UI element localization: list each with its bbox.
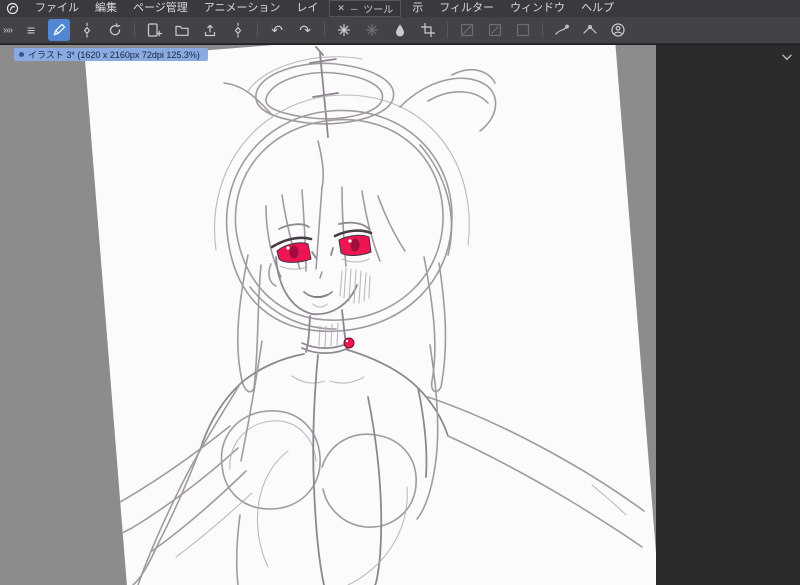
- minimize-icon[interactable]: ─: [351, 4, 357, 14]
- canvas-pasteboard: イラスト 3* (1620 x 2160px 72dpi 125.3%): [0, 45, 656, 585]
- vector-line-2-button[interactable]: [579, 19, 601, 41]
- menu-view-partial[interactable]: 示: [404, 0, 431, 17]
- burst-icon: [366, 23, 379, 37]
- page-updown-icon: [84, 22, 91, 38]
- chevron-down-icon[interactable]: [779, 49, 795, 65]
- no-edit-button[interactable]: [456, 19, 478, 41]
- hamburger-icon: ≡: [27, 22, 36, 38]
- export-icon: [205, 24, 216, 37]
- toolbar-separator: [134, 22, 136, 38]
- document-tab-label: イラスト 3* (1620 x 2160px 72dpi 125.3%): [28, 50, 200, 60]
- redo-button[interactable]: ↷: [294, 19, 316, 41]
- empty-box-button[interactable]: [512, 19, 534, 41]
- clip-studio-paint-window: ファイル 編集 ページ管理 アニメーション レイ ✕ ─ ツール 示 フィルター…: [0, 0, 800, 585]
- app-logo-icon: [6, 2, 19, 15]
- unsaved-dot-icon: [19, 52, 24, 57]
- vector-line-2-icon: [583, 25, 597, 34]
- menu-window[interactable]: ウィンドウ: [502, 0, 573, 17]
- new-document-button[interactable]: [143, 19, 165, 41]
- paint-drop-icon: [396, 24, 405, 37]
- menu-file[interactable]: ファイル: [27, 0, 87, 17]
- close-icon[interactable]: ✕: [337, 3, 345, 14]
- menu-animation[interactable]: アニメーション: [196, 0, 289, 17]
- menu-help[interactable]: ヘルプ: [573, 0, 622, 17]
- toolbar-separator: [447, 22, 449, 38]
- toolbar-overflow-icon[interactable]: »»: [3, 25, 13, 36]
- document-tab[interactable]: イラスト 3* (1620 x 2160px 72dpi 125.3%): [14, 48, 208, 61]
- menu-layer-partial[interactable]: レイ: [288, 0, 326, 17]
- no-edit-icon: [461, 23, 474, 37]
- vector-line-button[interactable]: [551, 19, 573, 41]
- rotate-reset-button[interactable]: [104, 19, 126, 41]
- command-bar: »» ≡ ↶ ↷: [0, 17, 800, 44]
- undo-icon: ↶: [271, 22, 283, 38]
- page-switcher-2-button[interactable]: [227, 19, 249, 41]
- folder-icon: [175, 25, 189, 36]
- crop-frame-button[interactable]: [417, 19, 439, 41]
- canvas[interactable]: [0, 45, 656, 585]
- vector-line-icon: [555, 24, 570, 35]
- empty-box-icon: [517, 23, 530, 37]
- page-switcher-button[interactable]: [76, 19, 98, 41]
- snap-burst-button[interactable]: [333, 19, 355, 41]
- new-canvas-icon: [148, 23, 163, 37]
- menu-bar: ファイル 編集 ページ管理 アニメーション レイ ✕ ─ ツール 示 フィルター…: [0, 0, 800, 17]
- export-button[interactable]: [199, 19, 221, 41]
- rotate-icon: [110, 23, 121, 36]
- right-dock-panel: [656, 45, 800, 585]
- menu-filter[interactable]: フィルター: [431, 0, 502, 17]
- toolbar-separator: [324, 22, 326, 38]
- floating-tool-palette-titlebar: ✕ ─ ツール: [329, 0, 402, 17]
- undo-button[interactable]: ↶: [266, 19, 288, 41]
- open-file-button[interactable]: [171, 19, 193, 41]
- menu-page-management[interactable]: ページ管理: [125, 0, 196, 17]
- clip-studio-button[interactable]: [607, 19, 629, 41]
- tool-palette-title: ツール: [363, 5, 394, 16]
- pen-box-button[interactable]: [484, 19, 506, 41]
- pen-tool-button[interactable]: [48, 19, 71, 41]
- snap-burst-2-button[interactable]: [361, 19, 383, 41]
- toolbar-separator: [542, 22, 544, 38]
- person-circle-icon: [611, 23, 625, 37]
- paint-drop-button[interactable]: [389, 19, 411, 41]
- page-updown-icon: [235, 22, 242, 38]
- main-menu-button[interactable]: ≡: [20, 19, 42, 41]
- pen-icon: [53, 23, 66, 36]
- crop-icon: [421, 22, 436, 38]
- pen-box-icon: [489, 23, 502, 37]
- menu-edit[interactable]: 編集: [87, 0, 125, 17]
- redo-icon: ↷: [299, 22, 311, 38]
- burst-icon: [338, 23, 351, 37]
- toolbar-separator: [257, 22, 259, 38]
